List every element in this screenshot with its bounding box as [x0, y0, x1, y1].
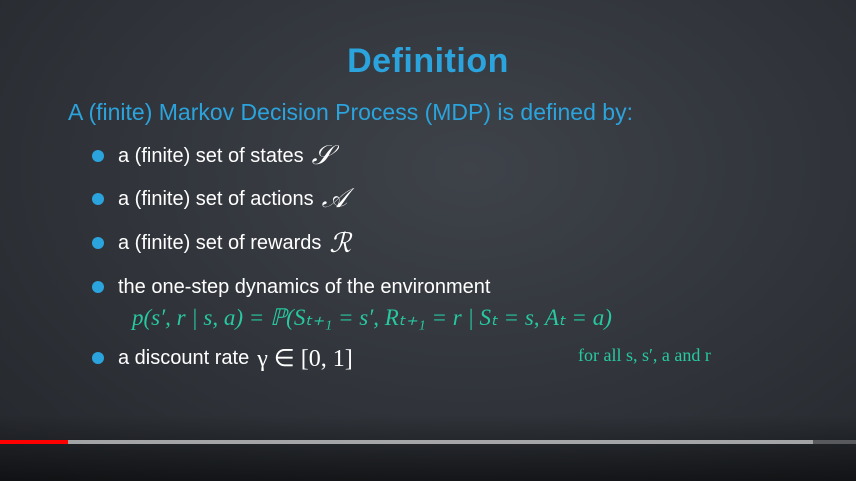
bullet-dot-icon: [92, 150, 104, 162]
bullet-dot-icon: [92, 352, 104, 364]
bullet-text: a discount rate: [118, 346, 250, 369]
actions-symbol: 𝒜: [321, 183, 348, 213]
bullet-dot-icon: [92, 281, 104, 293]
video-player-controls: [0, 415, 856, 481]
discount-symbol: γ ∈ [0, 1]: [257, 345, 353, 372]
bullet-dot-icon: [92, 193, 104, 205]
intro-text: A (finite) Markov Decision Process (MDP)…: [68, 99, 633, 125]
states-symbol: 𝒮: [311, 140, 333, 170]
dynamics-equation: p(s′, r | s, a) = ℙ(Sₜ₊₁ = s′, Rₜ₊₁ = r …: [132, 305, 612, 330]
bullet-text: a (finite) set of states: [118, 144, 304, 167]
bullet-actions: a (finite) set of actions 𝒜: [92, 183, 348, 214]
rewards-symbol: ℛ: [329, 227, 351, 258]
forall-note: for all s, s′, a and r: [578, 345, 711, 365]
bullet-text: a (finite) set of rewards: [118, 231, 322, 254]
slide-title: Definition: [347, 42, 509, 80]
bullet-states: a (finite) set of states 𝒮: [92, 140, 333, 171]
bullet-text: the one-step dynamics of the environment: [118, 275, 491, 298]
bullet-dynamics: the one-step dynamics of the environment: [92, 272, 490, 302]
bullet-discount: a discount rate γ ∈ [0, 1]: [92, 343, 353, 373]
progress-bar[interactable]: [0, 440, 856, 444]
progress-buffered: [0, 440, 814, 444]
bullet-rewards: a (finite) set of rewards ℛ: [92, 228, 351, 258]
slide: Definition A (finite) Markov Decision Pr…: [0, 0, 856, 481]
bullet-text: a (finite) set of actions: [118, 187, 314, 210]
progress-played: [0, 440, 69, 444]
bullet-dot-icon: [92, 237, 104, 249]
